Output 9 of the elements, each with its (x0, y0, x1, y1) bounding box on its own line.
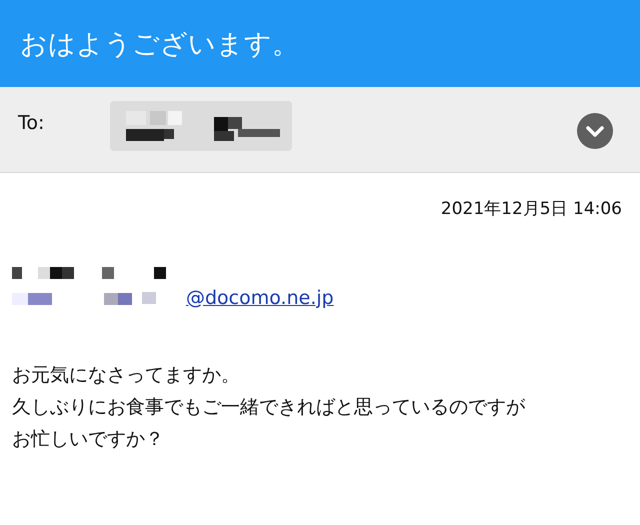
redacted-recipient-chip[interactable] (110, 100, 292, 150)
body-text-line: お忙しいですか？ (12, 427, 165, 452)
body-text-line: 久しぶりにお食事でもご一緒できればと思っているのですが (12, 395, 526, 420)
body-text-line: お元気になさってますか。 (12, 363, 241, 388)
to-label: To: (18, 112, 46, 134)
sender-email-link[interactable]: @docomo.ne.jp (186, 287, 334, 309)
message-date: 2021年12月5日 14:06 (440, 198, 623, 220)
header-title: おはようございます。 (20, 28, 299, 62)
expand-icon[interactable] (577, 113, 613, 149)
